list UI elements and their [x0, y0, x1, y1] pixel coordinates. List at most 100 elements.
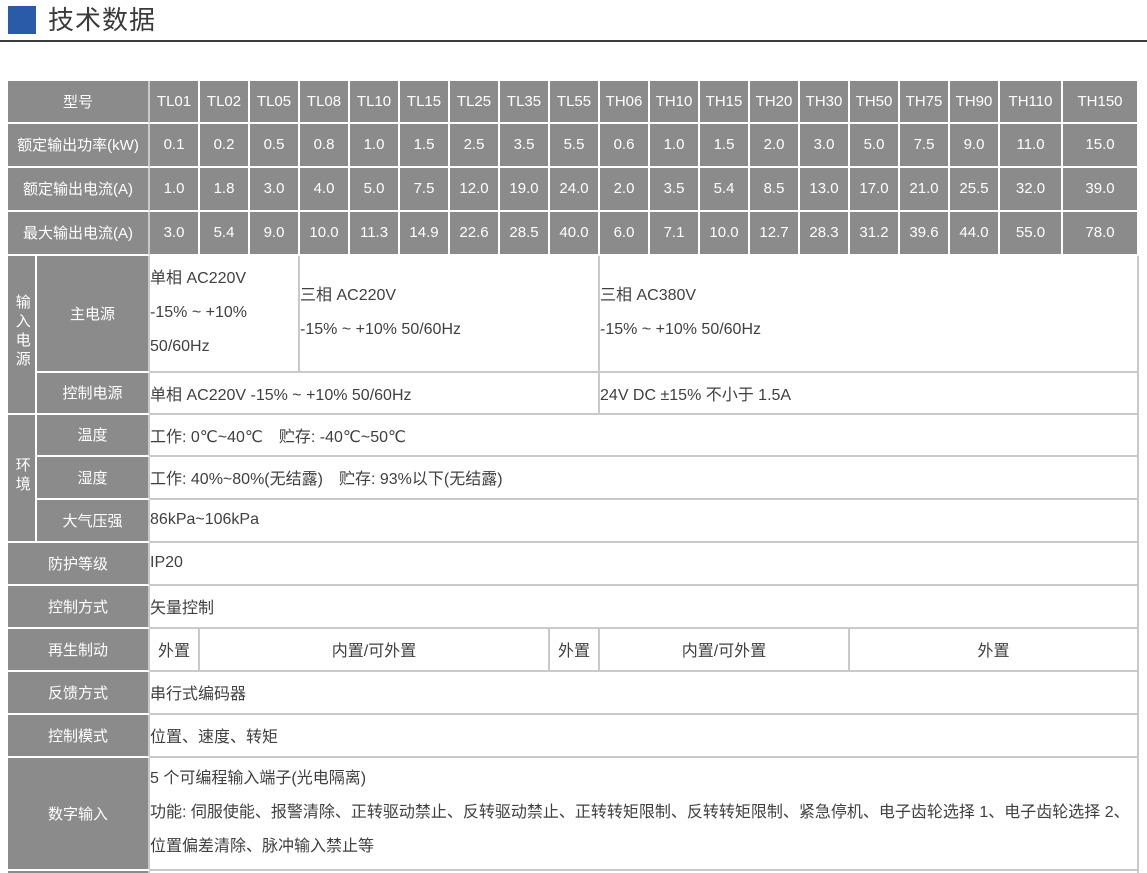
model-col-header: TH15: [700, 81, 750, 124]
spec-value-cell: 10.0: [700, 212, 750, 256]
spec-value-cell: 7.5: [400, 168, 450, 212]
spec-cell-line: 50/60Hz: [150, 330, 298, 364]
spec-cell-line: -15% ~ +10% 50/60Hz: [600, 313, 1137, 347]
row-label: 反馈方式: [8, 672, 150, 715]
spec-cell-line: 5 个可编程输入端子(光电隔离): [150, 762, 1137, 796]
spec-cell-line: 三相 AC220V: [300, 279, 598, 313]
spec-value-cell: 0.6: [600, 124, 650, 168]
spec-value-cell: 12.7: [750, 212, 800, 256]
model-col-header: TL08: [300, 81, 350, 124]
spec-value-cell: 11.0: [1000, 124, 1063, 168]
row-label: 最大输出电流(A): [8, 212, 150, 256]
row-label: 控制模式: [8, 715, 150, 758]
model-col-header: TL01: [150, 81, 200, 124]
row-label: 数字输入: [8, 758, 150, 871]
spec-value-cell: 8.5: [750, 168, 800, 212]
group-label: 环境: [8, 415, 37, 543]
spec-value-cell: 3.0: [800, 124, 850, 168]
spec-cell: 外置: [150, 629, 200, 672]
spec-cell: 内置/可外置: [200, 629, 550, 672]
model-col-header: TH50: [850, 81, 900, 124]
spec-value-cell: 28.5: [500, 212, 550, 256]
spec-value-cell: 19.0: [500, 168, 550, 212]
spec-cell: 5 个可编程输入端子(光电隔离)功能: 伺服使能、报警清除、正转驱动禁止、反转驱…: [150, 758, 1139, 871]
spec-value-cell: 40.0: [550, 212, 600, 256]
spec-table: 型号TL01TL02TL05TL08TL10TL15TL25TL35TL55TH…: [8, 81, 1139, 873]
spec-value-cell: 1.8: [200, 168, 250, 212]
spec-value-cell: 39.6: [900, 212, 950, 256]
spec-value-cell: 32.0: [1000, 168, 1063, 212]
spec-value-cell: 1.5: [400, 124, 450, 168]
spec-cell: 矢量控制: [150, 586, 1139, 629]
spec-value-cell: 17.0: [850, 168, 900, 212]
spec-value-cell: 0.5: [250, 124, 300, 168]
spec-value-cell: 5.5: [550, 124, 600, 168]
model-col-header: TL55: [550, 81, 600, 124]
page: 技术数据 型号TL01TL02TL05TL08TL10TL15TL25TL35T…: [0, 0, 1147, 873]
spec-value-cell: 14.9: [400, 212, 450, 256]
page-title: 技术数据: [48, 6, 156, 35]
spec-table-body: 型号TL01TL02TL05TL08TL10TL15TL25TL35TL55TH…: [8, 81, 1139, 873]
model-col-header: TH10: [650, 81, 700, 124]
spec-value-cell: 4.0: [300, 168, 350, 212]
spec-value-cell: 11.3: [350, 212, 400, 256]
spec-value-cell: 5.4: [700, 168, 750, 212]
group-label-text: 环境: [13, 457, 30, 495]
spec-cell: 三相 AC220V-15% ~ +10% 50/60Hz: [300, 256, 600, 373]
spec-value-cell: 2.0: [600, 168, 650, 212]
model-col-header: TH30: [800, 81, 850, 124]
spec-value-cell: 7.5: [900, 124, 950, 168]
spec-cell: 三相 AC380V-15% ~ +10% 50/60Hz: [600, 256, 1139, 373]
spec-cell: 内置/可外置: [600, 629, 850, 672]
spec-value-cell: 1.0: [650, 124, 700, 168]
model-col-header: TL25: [450, 81, 500, 124]
spec-value-cell: 3.0: [150, 212, 200, 256]
spec-cell: 86kPa~106kPa: [150, 500, 1139, 543]
row-label: 控制方式: [8, 586, 150, 629]
spec-value-cell: 5.4: [200, 212, 250, 256]
spec-cell-line: -15% ~ +10% 50/60Hz: [300, 313, 598, 347]
spec-value-cell: 9.0: [950, 124, 1000, 168]
spec-cell-line: 功能: 伺服使能、报警清除、正转驱动禁止、反转驱动禁止、正转转矩限制、反转转矩限…: [150, 796, 1137, 830]
row-label: 主电源: [37, 256, 150, 373]
spec-value-cell: 28.3: [800, 212, 850, 256]
accent-square-icon: [8, 6, 36, 34]
row-label: 再生制动: [8, 629, 150, 672]
spec-value-cell: 1.0: [350, 124, 400, 168]
spec-value-cell: 0.2: [200, 124, 250, 168]
model-col-header: TH20: [750, 81, 800, 124]
spec-value-cell: 39.0: [1063, 168, 1139, 212]
spec-value-cell: 2.5: [450, 124, 500, 168]
group-label-text: 输入电源: [13, 294, 30, 370]
spec-value-cell: 3.0: [250, 168, 300, 212]
spec-cell: 工作: 0℃~40℃ 贮存: -40℃~50℃: [150, 415, 1139, 457]
spec-cell: 单相 AC220V -15% ~ +10% 50/60Hz: [150, 373, 600, 415]
model-col-header: TL15: [400, 81, 450, 124]
spec-value-cell: 12.0: [450, 168, 500, 212]
spec-value-cell: 21.0: [900, 168, 950, 212]
spec-value-cell: 3.5: [500, 124, 550, 168]
row-label: 防护等级: [8, 543, 150, 586]
spec-cell: 外置: [850, 629, 1139, 672]
spec-cell-line: 单相 AC220V: [150, 262, 298, 296]
spec-value-cell: 1.5: [700, 124, 750, 168]
spec-value-cell: 2.0: [750, 124, 800, 168]
group-label: 输入电源: [8, 256, 37, 415]
spec-value-cell: 31.2: [850, 212, 900, 256]
spec-cell: 24V DC ±15% 不小于 1.5A: [600, 373, 1139, 415]
row-label: 控制电源: [37, 373, 150, 415]
spec-value-cell: 10.0: [300, 212, 350, 256]
model-col-header: TL02: [200, 81, 250, 124]
spec-value-cell: 55.0: [1000, 212, 1063, 256]
spec-cell-line: -15% ~ +10%: [150, 296, 298, 330]
row-label: 大气压强: [37, 500, 150, 543]
spec-cell: 单相 AC220V-15% ~ +10%50/60Hz: [150, 256, 300, 373]
model-col-header: TH110: [1000, 81, 1063, 124]
spec-value-cell: 7.1: [650, 212, 700, 256]
model-col-header: TL05: [250, 81, 300, 124]
spec-value-cell: 44.0: [950, 212, 1000, 256]
row-label: 额定输出电流(A): [8, 168, 150, 212]
spec-value-cell: 9.0: [250, 212, 300, 256]
spec-value-cell: 0.1: [150, 124, 200, 168]
spec-value-cell: 6.0: [600, 212, 650, 256]
